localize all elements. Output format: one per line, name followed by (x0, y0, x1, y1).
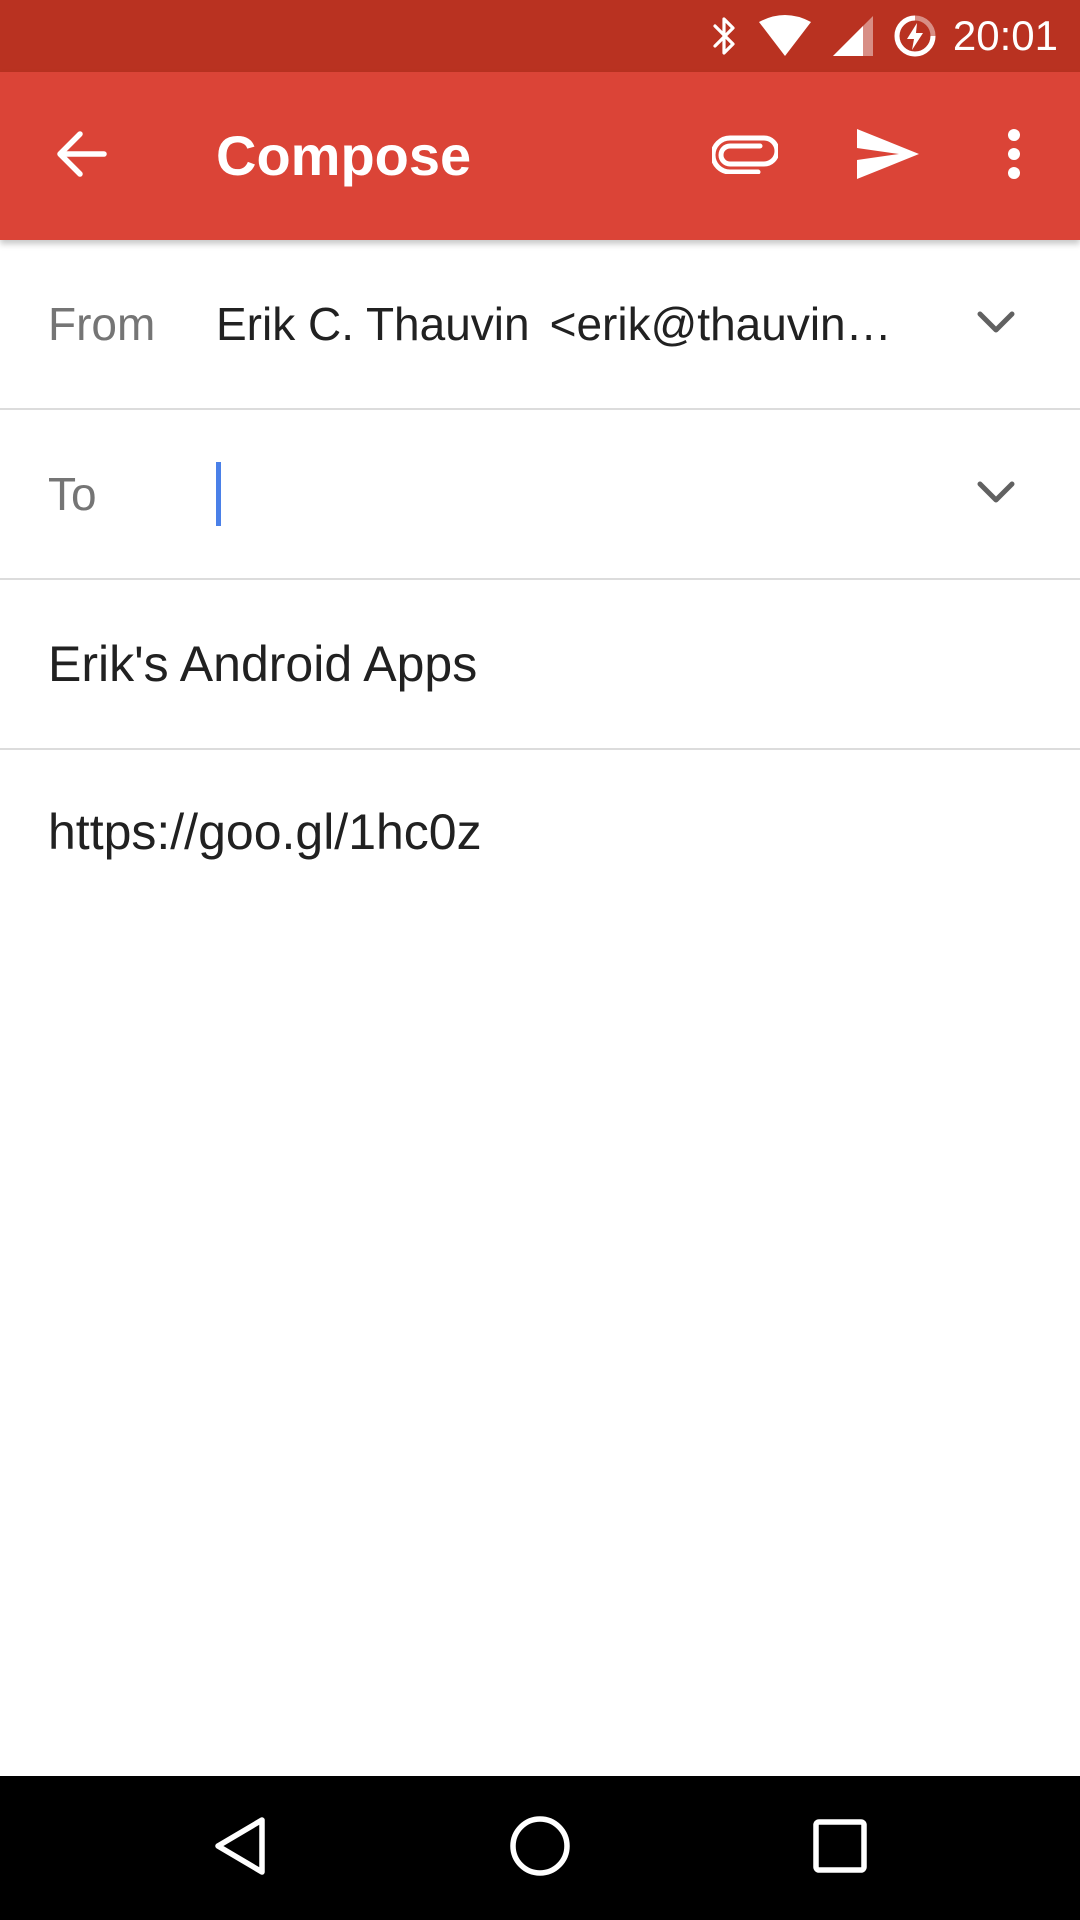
navigation-bar (0, 1776, 1080, 1920)
to-expand-button[interactable] (966, 464, 1026, 524)
compose-toolbar: Compose (0, 72, 1080, 240)
back-button[interactable] (40, 114, 124, 198)
cell-signal-icon (831, 14, 875, 58)
recents-nav-icon (812, 1818, 868, 1879)
send-button[interactable] (846, 114, 930, 198)
status-bar: 20:01 (0, 0, 1080, 72)
back-nav-icon (210, 1814, 270, 1883)
more-options-button[interactable] (984, 114, 1044, 198)
status-time: 20:01 (952, 12, 1058, 59)
nav-home-button[interactable] (490, 1798, 590, 1898)
chevron-down-icon (976, 479, 1016, 510)
send-icon (855, 127, 921, 186)
from-expand-button[interactable] (966, 294, 1026, 354)
home-nav-icon (509, 1815, 571, 1882)
page-title: Compose (216, 124, 472, 187)
subject-field[interactable]: Erik's Android Apps (48, 580, 477, 748)
nav-back-button[interactable] (190, 1798, 290, 1898)
from-row[interactable]: From Erik C. Thauvin <erik@thauvin… (0, 240, 1080, 410)
bluetooth-icon (711, 14, 739, 58)
to-label: To (48, 468, 97, 520)
status-icons: 20:01 (693, 0, 1058, 72)
attach-icon (710, 134, 780, 179)
from-email: <erik@thauvin… (549, 298, 892, 350)
text-cursor (216, 462, 221, 526)
subject-row: Erik's Android Apps (0, 580, 1080, 750)
battery-charging-icon (893, 13, 937, 59)
more-vert-icon (1006, 128, 1022, 185)
to-input[interactable] (216, 460, 916, 528)
body-field[interactable]: https://goo.gl/1hc0z (48, 800, 482, 864)
from-label: From (48, 298, 156, 350)
back-arrow-icon (54, 126, 110, 187)
wifi-icon (757, 14, 813, 58)
attach-button[interactable] (700, 114, 790, 198)
from-name: Erik C. Thauvin (216, 298, 530, 350)
from-value: Erik C. Thauvin <erik@thauvin… (216, 240, 892, 408)
chevron-down-icon (976, 309, 1016, 340)
nav-recents-button[interactable] (790, 1798, 890, 1898)
to-row: To (0, 410, 1080, 580)
